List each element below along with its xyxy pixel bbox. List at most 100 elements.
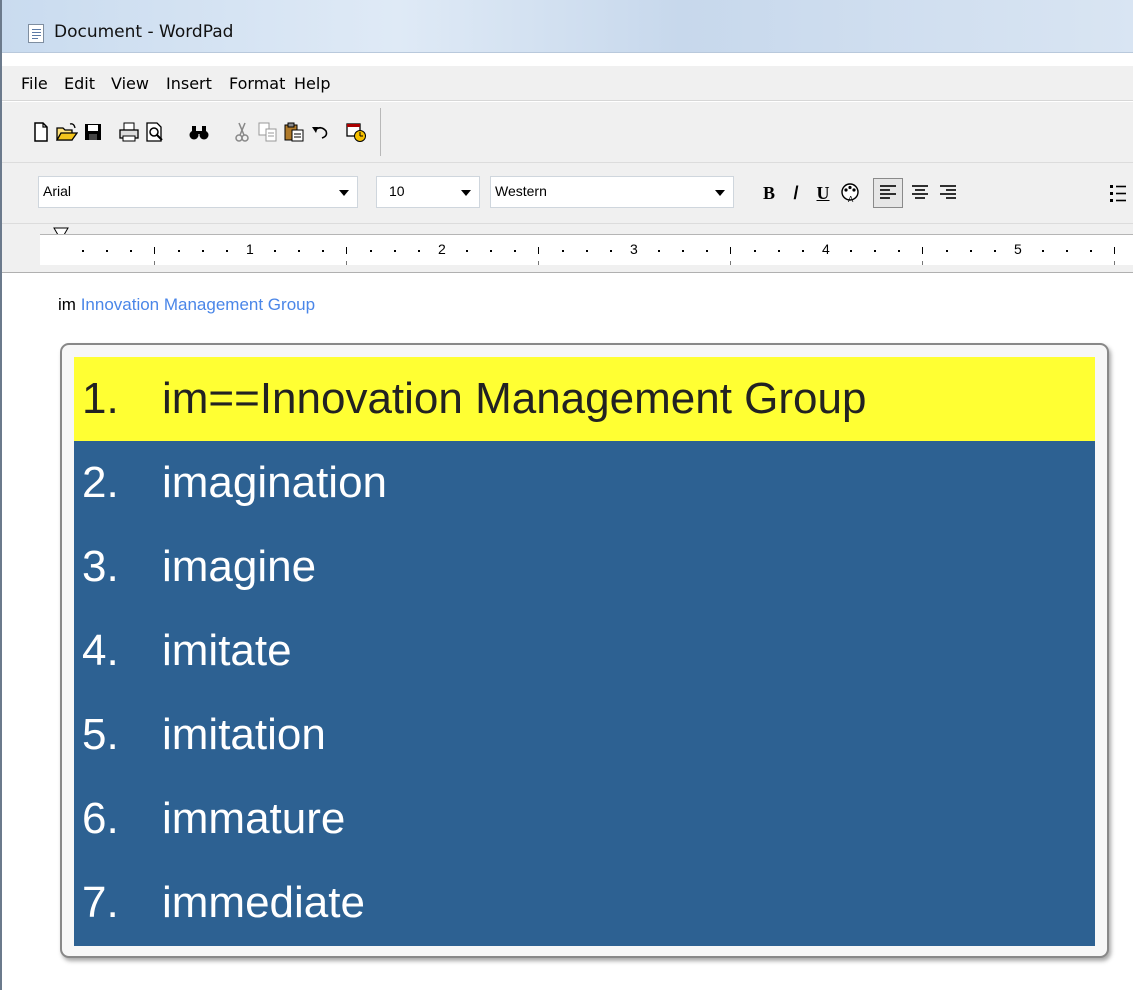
ruler-tick [706, 250, 708, 252]
ruler-mark-2: 2 [438, 241, 446, 257]
font-name: Arial [43, 183, 72, 199]
document-text[interactable]: im Innovation Management Group [58, 295, 315, 315]
ruler-mark-1: 1 [246, 241, 254, 257]
new-icon[interactable] [30, 121, 52, 143]
menu-insert[interactable]: Insert [166, 74, 212, 93]
ruler-mark-5: 5 [1014, 241, 1022, 257]
align-left-icon[interactable] [873, 178, 903, 208]
undo-icon[interactable] [309, 121, 331, 143]
paste-icon[interactable] [283, 121, 305, 143]
menu-help[interactable]: Help [294, 74, 330, 93]
ruler-tick [754, 250, 756, 252]
ruler-tick [514, 250, 516, 252]
font-size-combo[interactable]: 10 [376, 176, 480, 208]
menu-format[interactable]: Format [229, 74, 285, 93]
ruler-tick [586, 250, 588, 252]
autocomplete-item-number: 3. [82, 542, 119, 591]
ruler-minor-tick [346, 261, 347, 265]
ruler-tick [850, 250, 852, 252]
ruler-tick [466, 250, 468, 252]
ruler-minor-tick [154, 261, 155, 265]
menu-bar: File Edit View Insert Format Help [2, 66, 1133, 101]
autocomplete-item-text: im==Innovation Management Group [162, 374, 867, 423]
autocomplete-item[interactable]: 2. imagination [74, 441, 1095, 525]
autocomplete-item[interactable]: 3. imagine [74, 525, 1095, 609]
ruler-minor-tick [730, 261, 731, 265]
ruler-tick [1066, 250, 1068, 252]
date-time-icon[interactable] [345, 121, 367, 143]
ruler-tick [778, 250, 780, 252]
autocomplete-list: 1. im==Innovation Management Group 2. imagi… [74, 357, 1095, 946]
italic-button[interactable]: / [783, 180, 809, 206]
ruler-tick [538, 247, 539, 254]
wordpad-window: Document - WordPad File Edit View Insert… [0, 0, 1133, 990]
font-size-dropdown-icon[interactable] [461, 190, 471, 196]
autocomplete-item-text: imagine [162, 542, 317, 591]
color-palette-icon[interactable]: A [837, 180, 863, 206]
ruler[interactable]: 1 2 3 4 5 [2, 224, 1133, 273]
ruler-scale: 1 2 3 4 5 [40, 234, 1133, 265]
font-dropdown-icon[interactable] [339, 190, 349, 196]
cut-icon[interactable] [231, 121, 253, 143]
underline-button[interactable]: U [810, 180, 836, 206]
autocomplete-item[interactable]: 5. imitation [74, 693, 1095, 777]
copy-icon[interactable] [257, 121, 279, 143]
ruler-tick [202, 250, 204, 252]
menu-edit[interactable]: Edit [64, 74, 95, 93]
inline-suggestion: Innovation Management Group [80, 295, 316, 314]
bullets-icon[interactable] [1102, 180, 1128, 206]
autocomplete-item[interactable]: 1. im==Innovation Management Group [74, 357, 1095, 441]
autocomplete-item[interactable]: 4. imitate [74, 609, 1095, 693]
autocomplete-item-text: immature [162, 794, 346, 843]
print-icon[interactable] [118, 121, 140, 143]
bold-button[interactable]: B [756, 180, 782, 206]
ruler-tick [130, 250, 132, 252]
ruler-minor-tick [538, 261, 539, 265]
autocomplete-item-text: immediate [162, 878, 365, 927]
open-icon[interactable] [56, 121, 78, 143]
ruler-mark-4: 4 [822, 241, 830, 257]
ruler-tick [82, 250, 84, 252]
autocomplete-item[interactable]: 7. immediate [74, 861, 1095, 945]
align-center-icon[interactable] [907, 180, 933, 206]
script-combo[interactable]: Western [490, 176, 734, 208]
script-dropdown-icon[interactable] [715, 190, 725, 196]
print-preview-icon[interactable] [144, 121, 166, 143]
save-icon[interactable] [82, 121, 104, 143]
ruler-tick [922, 247, 923, 254]
font-combo[interactable]: Arial [38, 176, 358, 208]
autocomplete-item-text: imitation [162, 710, 326, 759]
ruler-tick [418, 250, 420, 252]
ruler-tick [1090, 250, 1092, 252]
font-size: 10 [389, 183, 405, 199]
ruler-tick [1042, 250, 1044, 252]
autocomplete-item-number: 5. [82, 710, 119, 759]
ruler-tick [226, 250, 228, 252]
ruler-tick [394, 250, 396, 252]
ruler-tick [610, 250, 612, 252]
window-title: Document - WordPad [54, 22, 234, 42]
autocomplete-item-number: 1. [82, 374, 119, 423]
ruler-tick [490, 250, 492, 252]
ruler-tick [370, 250, 372, 252]
ruler-tick [802, 250, 804, 252]
ruler-tick [562, 250, 564, 252]
ruler-tick [682, 250, 684, 252]
align-right-icon[interactable] [935, 180, 961, 206]
autocomplete-item-number: 2. [82, 458, 119, 507]
autocomplete-popup: 1. im==Innovation Management Group 2. imagi… [60, 343, 1109, 958]
autocomplete-item[interactable]: 6. immature [74, 777, 1095, 861]
ruler-tick [1114, 247, 1115, 254]
autocomplete-item-text: imitate [162, 626, 292, 675]
ruler-tick [946, 250, 948, 252]
title-bar[interactable]: Document - WordPad [2, 0, 1133, 53]
script-name: Western [495, 183, 547, 199]
find-icon[interactable] [188, 121, 210, 143]
menu-view[interactable]: View [111, 74, 149, 93]
menu-file[interactable]: File [21, 74, 48, 93]
ruler-tick [658, 250, 660, 252]
ruler-tick [178, 250, 180, 252]
ruler-tick [346, 247, 347, 254]
wordpad-app-icon[interactable] [28, 24, 44, 43]
format-toolbar: Arial 10 Western B / U A [2, 163, 1133, 224]
